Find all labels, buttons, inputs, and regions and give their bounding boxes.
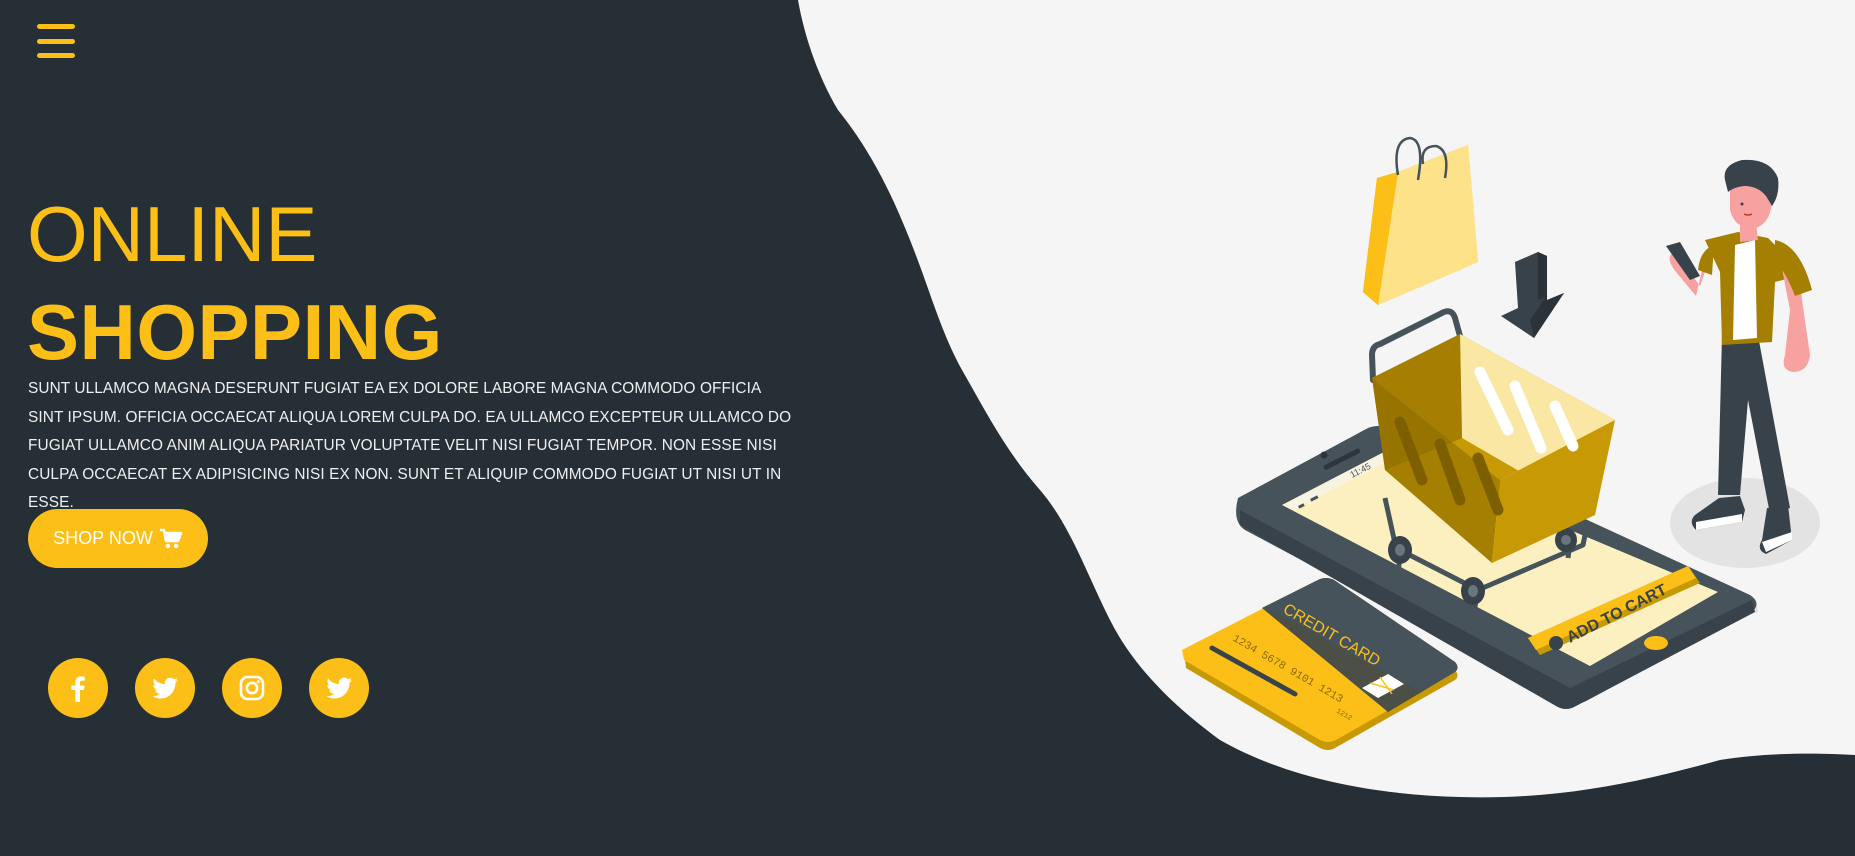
twitter-icon — [326, 677, 352, 699]
cart-icon — [159, 528, 183, 548]
online-shopping-illustration: 11:45 ADD TO CART CREDIT CARD 1234 5678 … — [1182, 136, 1820, 750]
hero-title-line2: SHOPPING — [27, 288, 443, 376]
hero-title: ONLINE SHOPPING — [27, 185, 443, 381]
social-links — [48, 658, 369, 718]
shop-now-button[interactable]: SHOP NOW — [28, 509, 208, 568]
twitter-link[interactable] — [309, 658, 369, 718]
hamburger-bar — [37, 38, 75, 44]
down-arrow-graphic — [1501, 252, 1564, 338]
hamburger-bar — [37, 53, 75, 58]
facebook-link[interactable] — [48, 658, 108, 718]
hamburger-bar — [37, 24, 75, 29]
hero-description: SUNT ULLAMCO MAGNA DESERUNT FUGIAT EA EX… — [28, 380, 792, 511]
shopping-bag — [1363, 136, 1478, 305]
instagram-icon — [239, 675, 265, 701]
twitter-link[interactable] — [135, 658, 195, 718]
hamburger-menu-icon[interactable] — [37, 24, 75, 58]
shop-now-label: SHOP NOW — [53, 528, 153, 548]
hero-title-line1: ONLINE — [27, 190, 318, 278]
instagram-link[interactable] — [222, 658, 282, 718]
facebook-icon — [71, 676, 85, 702]
twitter-icon — [152, 677, 178, 699]
